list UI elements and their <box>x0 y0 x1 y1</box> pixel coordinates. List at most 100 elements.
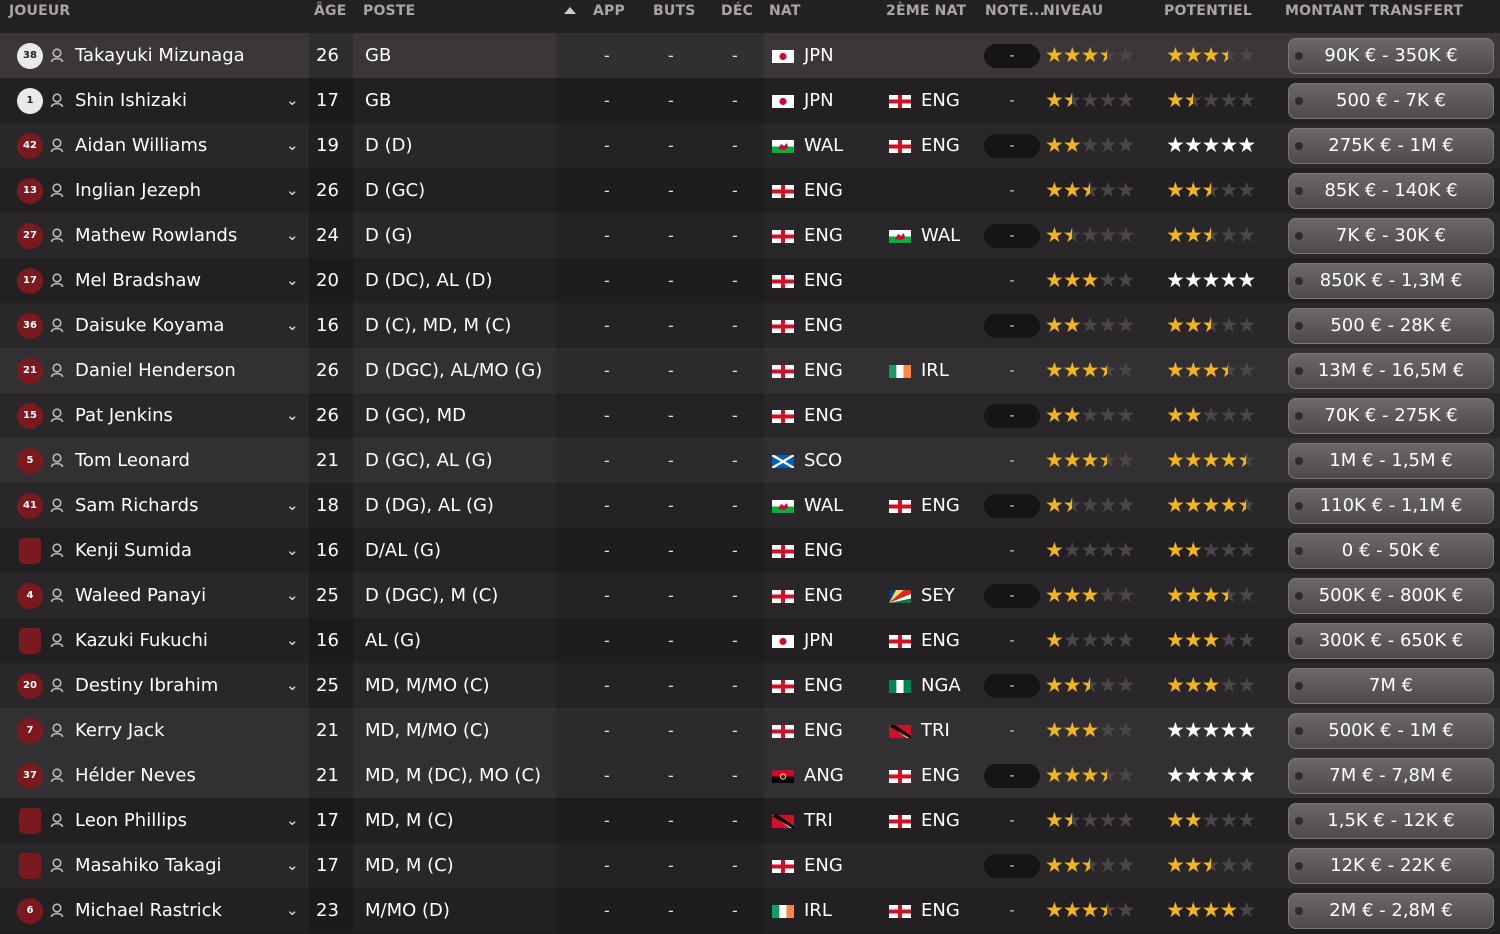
table-row[interactable]: Masahiko Takagi ⌄ 17 MD, M (C) - - - ENG - ★★★ ★★ ★… <box>0 843 1500 888</box>
chevron-down-icon[interactable]: ⌄ <box>286 528 299 573</box>
player-name[interactable]: Pat Jenkins <box>75 393 173 438</box>
chevron-down-icon[interactable]: ⌄ <box>286 303 299 348</box>
chevron-down-icon[interactable]: ⌄ <box>286 888 299 933</box>
col-player[interactable]: JOUEUR <box>9 3 70 19</box>
star-icon: ★ <box>1201 763 1221 787</box>
chevron-down-icon[interactable]: ⌄ <box>286 573 299 618</box>
table-row[interactable]: 5 Tom Leonard 21 D (GC), AL (G) - - - SCO - ★★★★ ★… <box>0 438 1500 483</box>
fee-indicator-icon <box>1295 502 1303 510</box>
table-row[interactable]: 7 Kerry Jack 21 MD, M/MO (C) - - - ENG TRI - ★★★★★… <box>0 708 1500 753</box>
chevron-down-icon[interactable]: ⌄ <box>286 618 299 663</box>
col-rating[interactable]: NOTE... <box>985 3 1045 19</box>
player-name[interactable]: Michael Rastrick <box>75 888 222 933</box>
player-name[interactable]: Waleed Panayi <box>75 573 206 618</box>
table-row[interactable]: 37 Hélder Neves 21 MD, M (DC), MO (C) - - - ANG… <box>0 753 1500 798</box>
potential-stars: ★★★★★★ <box>1166 33 1256 78</box>
col-second-nat[interactable]: 2ÈME NAT <box>886 3 966 19</box>
player-name[interactable]: Hélder Neves <box>75 753 196 798</box>
table-row[interactable]: 20 Destiny Ibrahim ⌄ 25 MD, M/MO (C) - - - ENG NG… <box>0 663 1500 708</box>
transfer-value-button[interactable]: 500K € - 800K € <box>1288 578 1494 614</box>
transfer-value-button[interactable]: 7M € - 7,8M € <box>1288 758 1494 794</box>
player-name[interactable]: Sam Richards <box>75 483 198 528</box>
table-row[interactable]: 36 Daisuke Koyama ⌄ 16 D (C), MD, M (C) - - - EN… <box>0 303 1500 348</box>
table-row[interactable]: 15 Pat Jenkins ⌄ 26 D (GC), MD - - - ENG - ★★★★★ ★★… <box>0 393 1500 438</box>
transfer-value-button[interactable]: 70K € - 275K € <box>1288 398 1494 434</box>
shirt-number-icon <box>19 538 41 564</box>
transfer-value-button[interactable]: 7M € <box>1288 668 1494 704</box>
player-name[interactable]: Destiny Ibrahim <box>75 663 218 708</box>
star-icon: ★ <box>1166 538 1185 562</box>
table-row[interactable]: 6 Michael Rastrick ⌄ 23 M/MO (D) - - - IRL ENG - ★★… <box>0 888 1500 933</box>
transfer-value-button[interactable]: 300K € - 650K € <box>1288 623 1494 659</box>
transfer-value-button[interactable]: 110K € - 1,1M € <box>1288 488 1494 524</box>
table-row[interactable]: 17 Mel Bradshaw ⌄ 20 D (DC), AL (D) - - - ENG - ★★… <box>0 258 1500 303</box>
transfer-value-button[interactable]: 90K € - 350K € <box>1288 38 1494 74</box>
player-name[interactable]: Mathew Rowlands <box>75 213 237 258</box>
chevron-down-icon[interactable]: ⌄ <box>286 213 299 258</box>
transfer-value-button[interactable]: 500K € - 1M € <box>1288 713 1494 749</box>
chevron-down-icon[interactable]: ⌄ <box>286 393 299 438</box>
table-row[interactable]: Kenji Sumida ⌄ 16 D/AL (G) - - - ENG - ★★★★★ ★★★★★… <box>0 528 1500 573</box>
transfer-value-button[interactable]: 500 € - 28K € <box>1288 308 1494 344</box>
star-icon: ★ <box>1080 538 1100 562</box>
transfer-value-button[interactable]: 1,5K € - 12K € <box>1288 803 1494 839</box>
transfer-value-button[interactable]: 85K € - 140K € <box>1288 173 1494 209</box>
table-row[interactable]: 1Shin Ishizaki⌄17GB---JPNENG-★★★★★★★★★★★… <box>0 78 1500 123</box>
table-row[interactable]: Kazuki Fukuchi ⌄ 16 AL (G) - - - JPN ENG - ★★★★★ ★★… <box>0 618 1500 663</box>
chevron-down-icon[interactable]: ⌄ <box>286 843 299 888</box>
star-icon: ★ <box>1062 673 1082 697</box>
player-goals: - <box>668 451 674 470</box>
table-row[interactable]: 38 Takayuki Mizunaga 26 GB - - - JPN - ★★★★ ★ ★★★★ ★… <box>0 33 1500 78</box>
player-name[interactable]: Tom Leonard <box>75 438 190 483</box>
chevron-down-icon[interactable]: ⌄ <box>286 168 299 213</box>
player-name[interactable]: Leon Phillips <box>75 798 187 843</box>
table-row[interactable]: Leon Phillips ⌄ 17 MD, M (C) - - - TRI ENG - ★★ ★★★… <box>0 798 1500 843</box>
transfer-value-button[interactable]: 500 € - 7K € <box>1288 83 1494 119</box>
table-row[interactable]: 41 Sam Richards ⌄ 18 D (DG), AL (G) - - - WAL ENG… <box>0 483 1500 528</box>
transfer-value: 7M € <box>1368 675 1414 696</box>
player-name[interactable]: Kerry Jack <box>75 708 165 753</box>
player-name[interactable]: Daniel Henderson <box>75 348 236 393</box>
table-row[interactable]: 4 Waleed Panayi ⌄ 25 D (DGC), M (C) - - - ENG SEY… <box>0 573 1500 618</box>
transfer-value-button[interactable]: 275K € - 1M € <box>1288 128 1494 164</box>
player-name[interactable]: Mel Bradshaw <box>75 258 201 303</box>
col-level[interactable]: NIVEAU <box>1043 3 1103 19</box>
sort-asc-icon[interactable] <box>564 7 576 14</box>
chevron-down-icon[interactable]: ⌄ <box>286 483 299 528</box>
player-name[interactable]: Kenji Sumida <box>75 528 192 573</box>
player-name[interactable]: Aidan Williams <box>75 123 207 168</box>
col-nat[interactable]: NAT <box>769 3 801 19</box>
transfer-value-button[interactable]: 0 € - 50K € <box>1288 533 1494 569</box>
shirt-number-icon: 5 <box>17 448 43 474</box>
col-goals[interactable]: BUTS <box>653 3 695 19</box>
player-name[interactable]: Kazuki Fukuchi <box>75 618 208 663</box>
transfer-value-button[interactable]: 1M € - 1,5M € <box>1288 443 1494 479</box>
chevron-down-icon[interactable]: ⌄ <box>286 663 299 708</box>
col-position[interactable]: POSTE <box>363 3 415 19</box>
player-name[interactable]: Shin Ishizaki <box>75 78 187 123</box>
col-age[interactable]: ÂGE <box>314 3 347 19</box>
table-row[interactable]: 27 Mathew Rowlands ⌄ 24 D (G) - - - ENG WAL - ★★ ★★★… <box>0 213 1500 258</box>
transfer-value-button[interactable]: 13M € - 16,5M € <box>1288 353 1494 389</box>
table-row[interactable]: 42 Aidan Williams ⌄ 19 D (D) - - - WAL ENG - ★★★★★ ★… <box>0 123 1500 168</box>
col-transfer-value[interactable]: MONTANT TRANSFERT <box>1285 3 1463 19</box>
chevron-down-icon[interactable]: ⌄ <box>286 798 299 843</box>
player-name[interactable]: Takayuki Mizunaga <box>75 33 245 78</box>
transfer-value-button[interactable]: 12K € - 22K € <box>1288 848 1494 884</box>
star-icon: ★ <box>1116 43 1135 67</box>
table-row[interactable]: 13 Inglian Jezeph ⌄ 26 D (GC) - - - ENG - ★★★ ★★ ★★★… <box>0 168 1500 213</box>
col-dec[interactable]: DÉC <box>721 3 753 19</box>
second-nationality: ENG <box>921 90 960 111</box>
player-name[interactable]: Inglian Jezeph <box>75 168 201 213</box>
player-name[interactable]: Daisuke Koyama <box>75 303 224 348</box>
player-name[interactable]: Masahiko Takagi <box>75 843 222 888</box>
chevron-down-icon[interactable]: ⌄ <box>286 78 299 123</box>
chevron-down-icon[interactable]: ⌄ <box>286 123 299 168</box>
chevron-down-icon[interactable]: ⌄ <box>286 258 299 303</box>
transfer-value-button[interactable]: 850K € - 1,3M € <box>1288 263 1494 299</box>
table-row[interactable]: 21 Daniel Henderson 26 D (DGC), AL/MO (G) - -… <box>0 348 1500 393</box>
col-potential[interactable]: POTENTIEL <box>1164 3 1252 19</box>
transfer-value-button[interactable]: 7K € - 30K € <box>1288 218 1494 254</box>
col-apps[interactable]: APP <box>593 3 625 19</box>
transfer-value-button[interactable]: 2M € - 2,8M € <box>1288 893 1494 929</box>
